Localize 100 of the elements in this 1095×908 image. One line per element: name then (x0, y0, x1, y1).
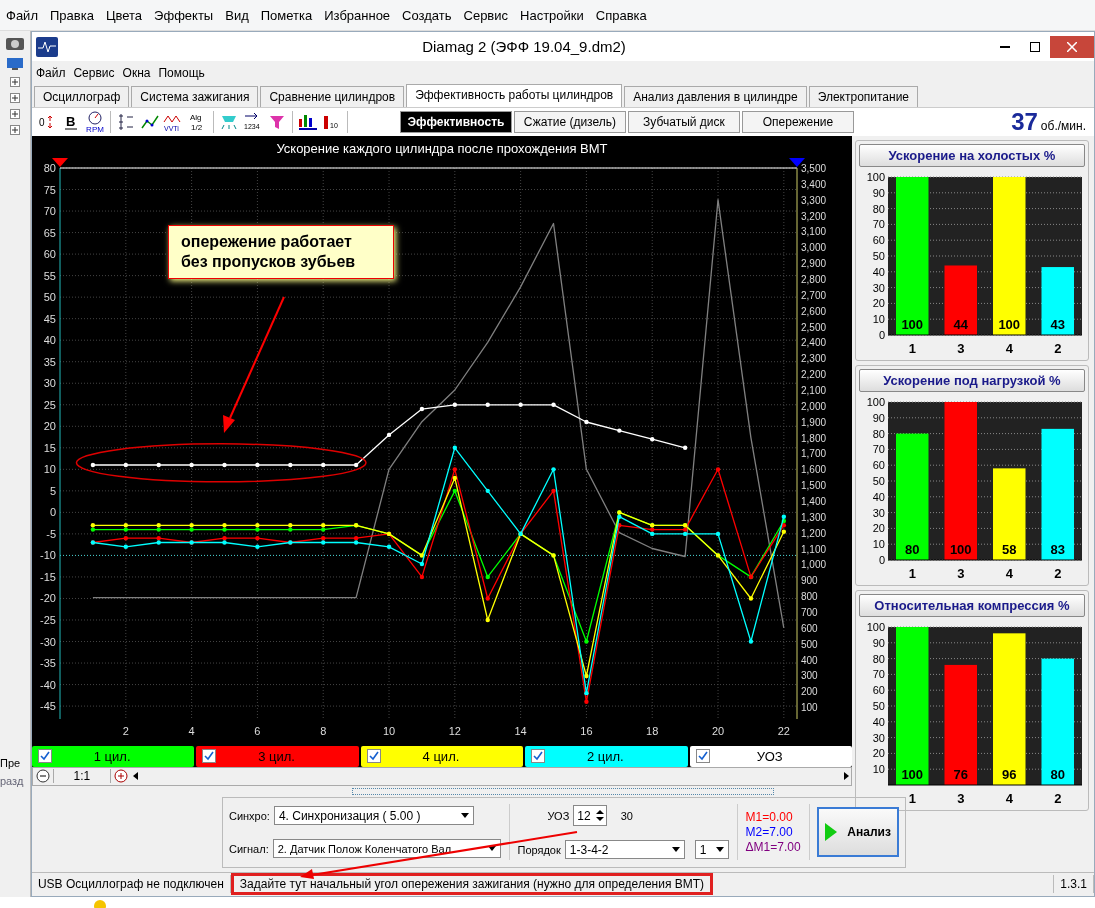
expand-icon[interactable] (9, 109, 20, 119)
angle-limit: 30 (620, 810, 633, 822)
close-button[interactable] (1050, 35, 1094, 58)
axis-label: -25 (40, 613, 56, 626)
splitter[interactable] (351, 788, 774, 795)
rpm-value: 37 (1011, 107, 1038, 136)
expand-icon[interactable] (9, 125, 20, 135)
axis-label: 0 (878, 553, 885, 566)
axis-label: 70 (43, 204, 56, 217)
algorithm-tool[interactable]: Alg 1/2 (186, 110, 209, 133)
view-tab[interactable]: Зубчатый диск (627, 110, 740, 133)
axis-label: 65 (43, 226, 56, 239)
axis-label: 3,500 (800, 162, 826, 174)
tab[interactable]: Система зажигания (131, 85, 259, 107)
zero-tool[interactable]: 0 (35, 110, 58, 133)
menu-item[interactable]: Файл (0, 7, 44, 23)
menu-item[interactable]: Сервис (69, 65, 119, 80)
value-label: 100 (901, 766, 924, 782)
expand-icon[interactable] (9, 93, 20, 103)
axis-label: 400 (800, 654, 818, 666)
menu-item[interactable]: Избранное (318, 7, 397, 23)
menu-item[interactable]: Настройки (514, 7, 590, 23)
chart-title: Ускорение под нагрузкой % (858, 368, 1085, 392)
axis-label: 100 (866, 170, 885, 183)
axis-label: 8 (320, 724, 327, 737)
axis-label: 30 (872, 281, 885, 294)
axis-label: 1,500 (800, 479, 826, 491)
legend-item[interactable]: УОЗ (689, 745, 852, 767)
menu-item[interactable]: Сервис (457, 7, 515, 23)
legend-item[interactable]: 4 цил. (360, 745, 524, 767)
menu-item[interactable]: Цвета (99, 7, 149, 23)
check-icon (39, 751, 50, 762)
view-tab[interactable]: Эффективность (399, 110, 512, 133)
category-label: 2 (1054, 565, 1062, 581)
tab[interactable]: Сравнение цилиндров (260, 85, 405, 107)
tab[interactable]: Эффективность работы цилиндров (406, 83, 623, 107)
axis-label: 50 (872, 249, 885, 262)
axis-label: 90 (872, 636, 885, 649)
axis-label: 2,700 (800, 289, 826, 301)
axis-label: 60 (872, 458, 885, 471)
menu-item[interactable]: Пометка (254, 7, 319, 23)
sync-dropdown[interactable]: 4. Синхронизация ( 5.00 ) (273, 806, 474, 826)
axis-label: 200 (800, 685, 818, 697)
axis-label: 3,000 (800, 241, 826, 253)
axis-label: 900 (800, 574, 818, 586)
camera-icon[interactable] (4, 35, 25, 51)
axis-label: 90 (872, 186, 885, 199)
field-label: Порядок (517, 844, 561, 856)
axis-label: 80 (872, 652, 885, 665)
axis-label: 16 (580, 724, 593, 737)
axis-label: 6 (254, 724, 261, 737)
axis-label: 18 (646, 724, 659, 737)
monitor-icon[interactable] (5, 57, 24, 71)
checkbox[interactable] (202, 749, 217, 764)
view-tab[interactable]: Сжатие (дизель) (513, 110, 626, 133)
axis-label: -20 (40, 592, 56, 605)
axis-label: 20 (43, 419, 56, 432)
checkbox[interactable] (366, 749, 381, 764)
analyze-button[interactable]: Анализ (817, 807, 899, 858)
zoom-out-icon[interactable] (35, 769, 50, 784)
marker-reading: ΔM1=7.00 (745, 840, 801, 855)
axis-label: 20 (872, 522, 885, 535)
menu-item[interactable]: Вид (219, 7, 255, 23)
cylinder-dropdown[interactable]: 1 (694, 840, 729, 860)
bold-tool[interactable]: B (59, 110, 82, 133)
menu-item[interactable]: Правка (43, 7, 100, 23)
axis-label: 15 (43, 441, 56, 454)
tab[interactable]: Электропитание (808, 85, 919, 107)
view-tab[interactable]: Опережение (741, 110, 854, 133)
axis-label: 90 (872, 411, 885, 424)
axis-label: 2,000 (800, 400, 826, 412)
legend-item[interactable]: 3 цил. (196, 745, 359, 767)
menu-item[interactable]: Эффекты (148, 7, 220, 23)
expand-icon[interactable] (9, 77, 20, 87)
order-dropdown[interactable]: 1-3-4-2 (564, 840, 685, 860)
zoom-in-icon[interactable] (113, 769, 128, 784)
menu-item[interactable]: Создать (396, 7, 458, 23)
legend-item[interactable]: 2 цил. (525, 745, 688, 767)
axis-label: 20 (872, 297, 885, 310)
legend-item[interactable]: 1 цил. (31, 745, 195, 767)
tab[interactable]: Анализ давления в цилиндре (624, 85, 807, 107)
menu-item[interactable]: Помощь (154, 65, 209, 80)
menu-item[interactable]: Файл (31, 65, 70, 80)
tab[interactable]: Осциллограф (33, 85, 130, 107)
category-label: 1 (908, 340, 916, 356)
axis-label: 70 (872, 668, 885, 681)
value-label: 76 (953, 766, 968, 782)
menu-item[interactable]: Окна (118, 65, 155, 80)
checkbox[interactable] (531, 749, 546, 764)
axis-label: 300 (800, 670, 818, 682)
category-label: 4 (1005, 565, 1013, 581)
axis-label: 10 (872, 312, 885, 325)
menu-item[interactable]: Справка (589, 7, 653, 23)
signal-dropdown[interactable]: 2. Датчик Полож Коленчатого Вал (272, 839, 501, 859)
gauge-tool[interactable]: RPM (83, 110, 106, 133)
checkbox[interactable] (37, 749, 52, 764)
angle-spinner[interactable]: 12 (573, 805, 607, 827)
category-label: 2 (1054, 340, 1062, 356)
axis-label: 10 (382, 724, 396, 737)
checkbox[interactable] (695, 749, 710, 764)
